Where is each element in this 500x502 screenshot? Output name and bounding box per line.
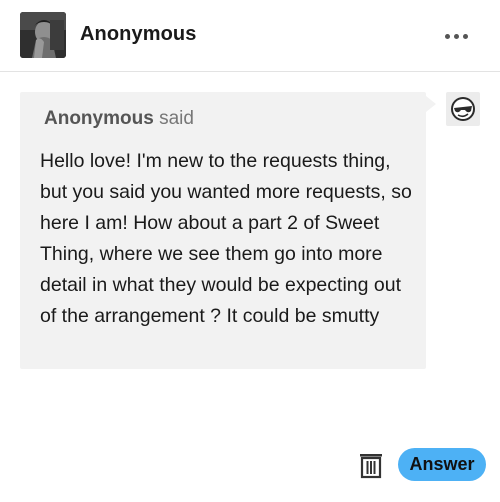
- blog-name[interactable]: Anonymous: [80, 23, 196, 46]
- asker-avatar[interactable]: [446, 92, 480, 126]
- more-options-icon[interactable]: [440, 24, 474, 48]
- post-header: Anonymous: [0, 0, 500, 72]
- said-label: said: [159, 108, 194, 129]
- blog-avatar[interactable]: [20, 12, 66, 58]
- sunglasses-face-icon: [451, 97, 475, 121]
- ask-bubble: Anonymous said Hello love! I'm new to th…: [20, 92, 426, 369]
- trash-icon[interactable]: [358, 451, 384, 479]
- answer-button[interactable]: Answer: [398, 448, 486, 481]
- delete-icon: [360, 454, 382, 479]
- bubble-tail: [426, 96, 436, 112]
- profile-photo-icon: [20, 12, 66, 58]
- question-text: Hello love! I'm new to the requests thin…: [40, 150, 412, 327]
- asker-line: Anonymous said: [44, 108, 194, 130]
- asker-name: Anonymous: [44, 108, 154, 129]
